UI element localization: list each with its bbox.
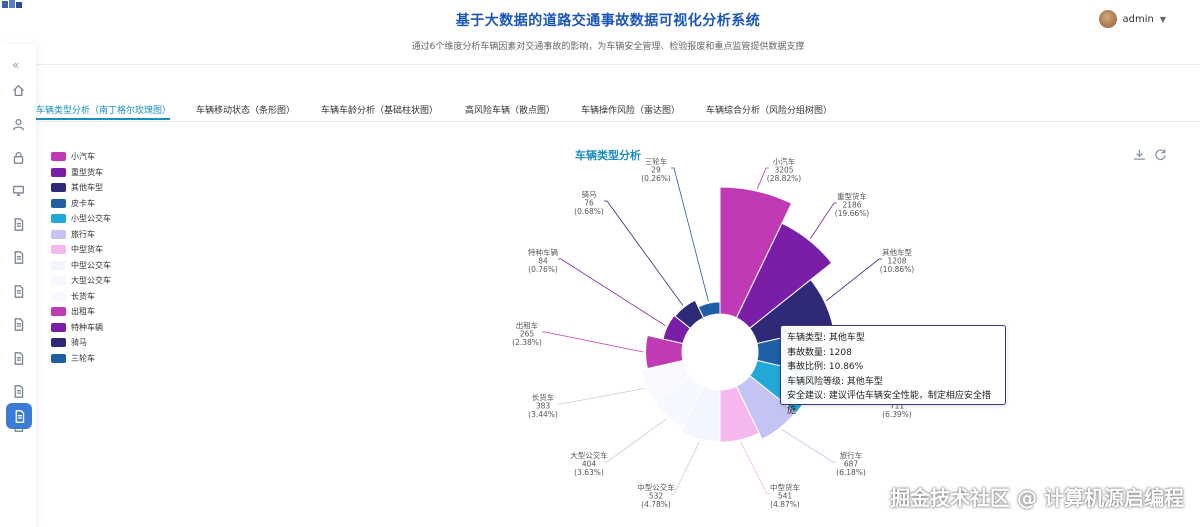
- legend-item[interactable]: 中型公交车: [51, 258, 111, 274]
- tooltip-line: 事故数量: 1208: [787, 347, 852, 358]
- legend-item[interactable]: 小汽车: [51, 149, 111, 165]
- label-leader-line: [558, 388, 645, 405]
- slice-label: 中型公交车: [637, 482, 675, 492]
- rose-chart: 小汽车3205(28.82%)重型货车2186(19.66%)其他车型1208(…: [512, 156, 916, 509]
- slice-label: (0.76%): [528, 265, 558, 274]
- legend-swatch: [51, 276, 66, 286]
- rose-center: [682, 314, 758, 390]
- label-leader-line: [740, 441, 770, 495]
- tooltip-line: 事故比例: 10.86%: [787, 362, 864, 372]
- watermark: 掘金技术社区 @ 计算机源启编程: [890, 486, 1184, 510]
- legend-label: 骑马: [71, 338, 87, 348]
- legend-swatch: [51, 338, 66, 348]
- tooltip-line: 车辆风险等级: 其他车型: [787, 376, 883, 387]
- slice-label: 中型货车: [770, 482, 800, 492]
- legend-swatch: [51, 214, 66, 224]
- slice-label: 大型公交车: [570, 450, 608, 460]
- legend-item[interactable]: 旅行车: [51, 227, 111, 243]
- tooltip-line: 车辆类型: 其他车型: [787, 333, 865, 343]
- legend-swatch: [51, 229, 66, 239]
- label-leader-line: [604, 200, 684, 306]
- legend-swatch: [51, 183, 66, 193]
- legend-swatch: [51, 167, 66, 177]
- slice-label: (19.66%): [835, 209, 870, 218]
- legend-item[interactable]: 其他车型: [51, 180, 111, 196]
- label-leader-line: [671, 167, 709, 302]
- legend-label: 特种车辆: [71, 322, 103, 332]
- label-leader-line: [604, 418, 668, 463]
- legend-swatch: [51, 198, 66, 208]
- slice-label: 其他车型: [882, 247, 912, 257]
- slice-label: (4.87%): [770, 500, 800, 509]
- download-icon[interactable]: [1133, 148, 1146, 161]
- slice-label: 旅行车: [840, 450, 863, 460]
- legend-label: 小型公交车: [71, 214, 111, 224]
- legend-item[interactable]: 长货车: [51, 289, 111, 305]
- legend-label: 三轮车: [71, 353, 95, 363]
- chart-tooltip: 车辆类型: 其他车型 事故数量: 1208 事故比例: 10.86% 车辆风险等…: [780, 325, 1006, 416]
- legend-swatch: [51, 353, 66, 363]
- legend-item[interactable]: 出租车: [51, 304, 111, 320]
- slice-label: 出租车: [516, 320, 539, 330]
- legend-item[interactable]: 重型货车: [51, 165, 111, 181]
- slice-label: (0.68%): [574, 207, 604, 216]
- legend-label: 小汽车: [71, 152, 95, 162]
- label-leader-line: [826, 258, 882, 302]
- legend-item[interactable]: 特种车辆: [51, 320, 111, 336]
- label-leader-line: [810, 202, 837, 239]
- legend-item[interactable]: 大型公交车: [51, 273, 111, 289]
- legend-label: 其他车型: [71, 183, 103, 193]
- legend-label: 长货车: [71, 291, 95, 301]
- legend-swatch: [51, 245, 66, 255]
- legend-swatch: [51, 152, 66, 162]
- chart-title: 车辆类型分析: [575, 149, 641, 162]
- legend-swatch: [51, 291, 66, 301]
- legend-item[interactable]: 三轮车: [51, 351, 111, 367]
- tooltip-line: 安全建议: 建议评估车辆安全性能，制定相应安全措施: [787, 391, 991, 416]
- label-leader-line: [671, 441, 700, 495]
- slice-label: 小汽车: [773, 156, 796, 166]
- label-leader-line: [542, 331, 644, 353]
- chart-legend: 小汽车重型货车其他车型皮卡车小型公交车旅行车中型货车中型公交车大型公交车长货车出…: [51, 149, 111, 366]
- legend-label: 出租车: [71, 307, 95, 317]
- legend-swatch: [51, 307, 66, 317]
- legend-item[interactable]: 骑马: [51, 335, 111, 351]
- slice-label: (2.38%): [512, 338, 542, 347]
- label-leader-line: [781, 428, 836, 463]
- legend-swatch: [51, 322, 66, 332]
- slice-label: (28.82%): [767, 174, 802, 183]
- slice-label: (10.86%): [880, 265, 915, 274]
- slice-label: 骑马: [582, 189, 597, 199]
- legend-item[interactable]: 中型货车: [51, 242, 111, 258]
- legend-swatch: [51, 260, 66, 270]
- chart-toolbox: [1133, 148, 1167, 161]
- legend-label: 皮卡车: [71, 198, 95, 208]
- slice-label: (3.63%): [574, 468, 604, 477]
- slice-label: (0.26%): [641, 174, 671, 183]
- legend-label: 中型公交车: [71, 260, 111, 270]
- slice-label: (3.44%): [528, 410, 558, 419]
- slice-label: 长货车: [532, 392, 555, 402]
- label-leader-line: [558, 258, 666, 327]
- slice-label: (4.78%): [641, 500, 671, 509]
- legend-label: 重型货车: [71, 167, 103, 177]
- legend-item[interactable]: 皮卡车: [51, 196, 111, 212]
- legend-label: 中型货车: [71, 245, 103, 255]
- slice-label: (6.18%): [836, 468, 866, 477]
- slice-label: 特种车辆: [528, 247, 558, 257]
- legend-label: 旅行车: [71, 229, 95, 239]
- refresh-icon[interactable]: [1154, 148, 1167, 161]
- legend-label: 大型公交车: [71, 276, 111, 286]
- slice-label: 重型货车: [837, 191, 867, 201]
- legend-item[interactable]: 小型公交车: [51, 211, 111, 227]
